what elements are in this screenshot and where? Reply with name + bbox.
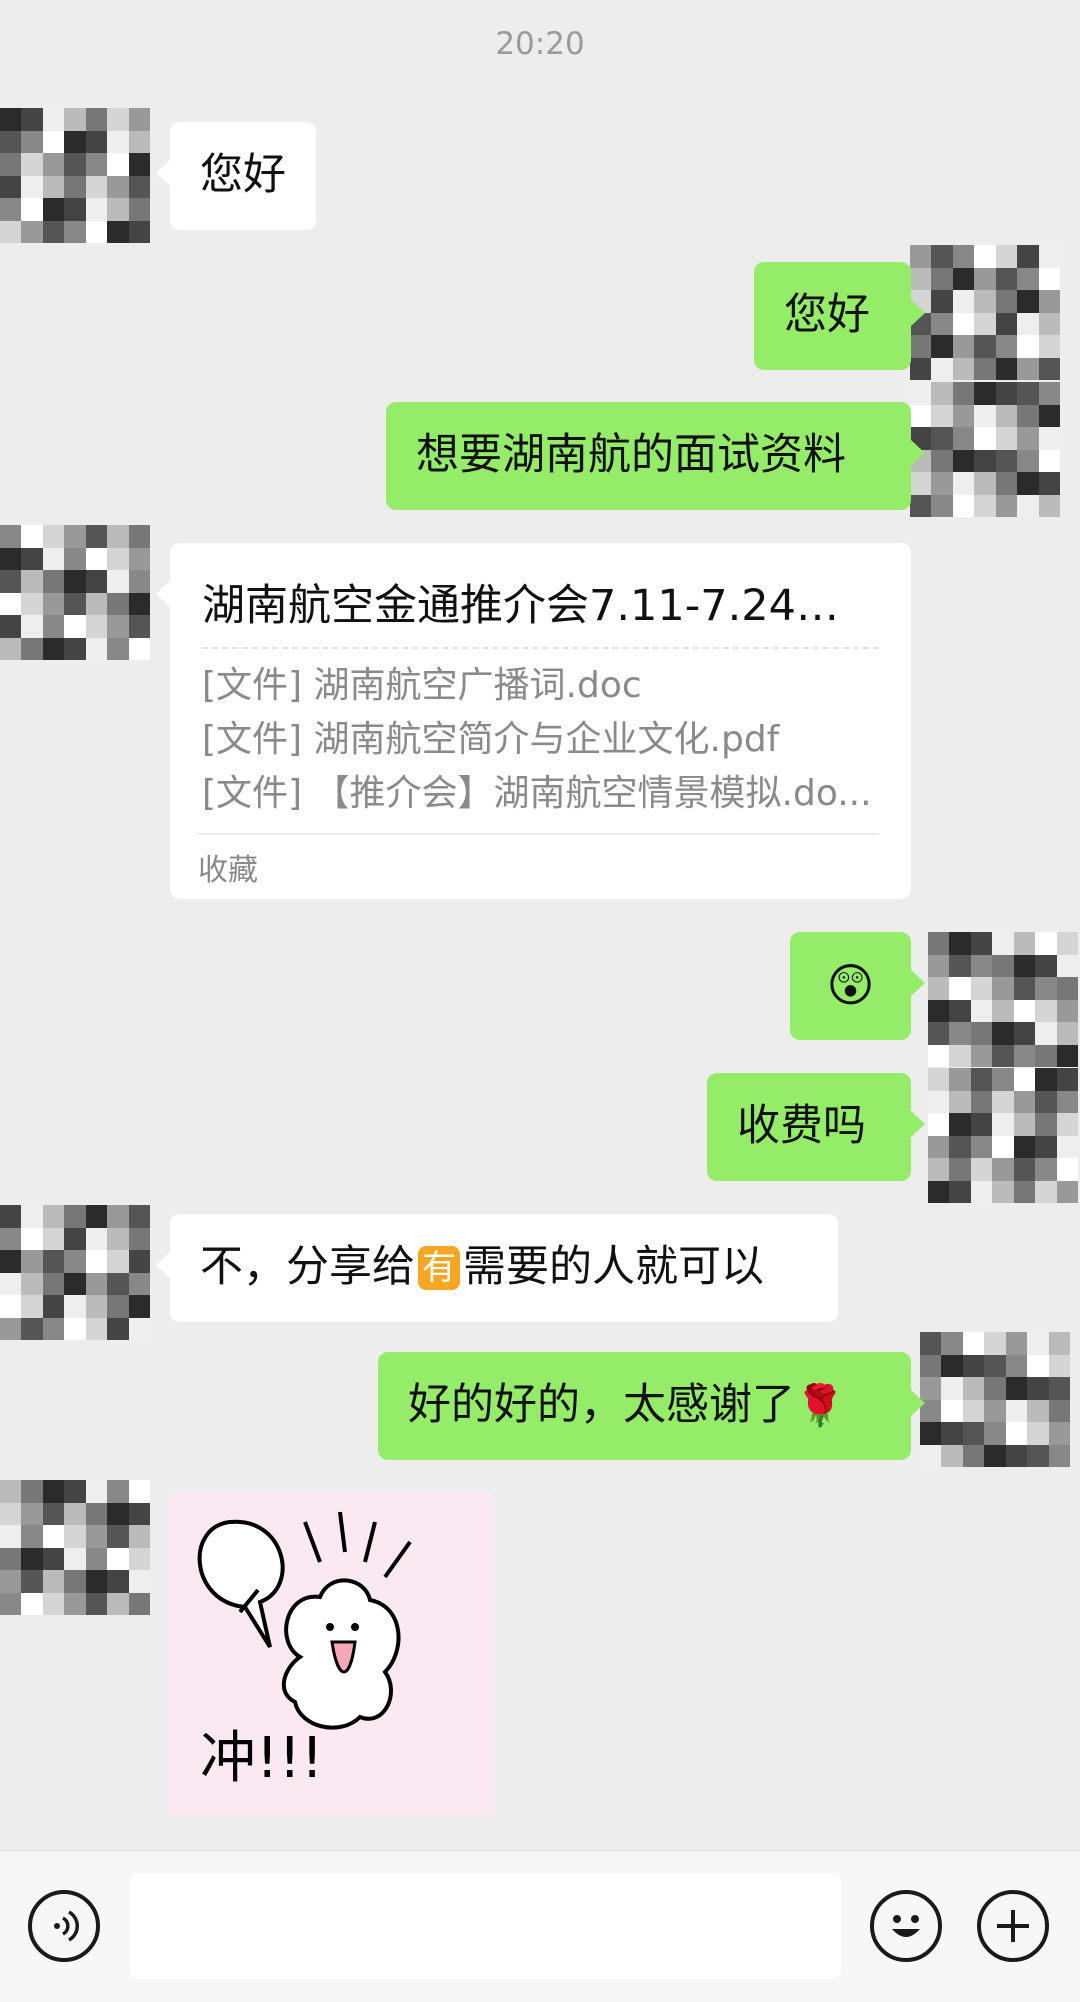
more-button[interactable]	[977, 1890, 1049, 1962]
message-text: 收费吗	[737, 1101, 866, 1152]
message-bubble[interactable]: 您好	[156, 122, 316, 230]
voice-icon	[54, 1910, 79, 1942]
card-footer: 收藏	[198, 833, 879, 899]
surprised-emoji-icon: 😲	[826, 958, 875, 1013]
message-bubble[interactable]: 😲	[790, 932, 925, 1040]
card-title: 湖南航空金通推介会7.11-7.24北...	[202, 571, 879, 649]
message-text: 需要的人就可以	[463, 1242, 764, 1293]
rose-emoji-icon: 🌹	[795, 1383, 845, 1429]
message-bubble[interactable]: 不，分享给有需要的人就可以	[156, 1214, 838, 1322]
my-avatar[interactable]	[910, 245, 1060, 380]
contact-avatar[interactable]	[0, 1480, 150, 1615]
avatar-pixels	[910, 245, 1060, 380]
sticker-text: 冲!!!	[200, 1726, 323, 1791]
voice-button[interactable]	[28, 1890, 100, 1962]
file-item: [文件] 【推介会】湖南航空情景模拟.do...	[202, 773, 872, 814]
avatar-pixels	[0, 525, 150, 660]
smiley-icon	[892, 1915, 920, 1937]
file-item: [文件] 湖南航空广播词.doc	[202, 665, 642, 706]
plus-icon	[997, 1910, 1029, 1942]
my-avatar[interactable]	[928, 1068, 1078, 1203]
message-text: 您好	[200, 150, 286, 201]
avatar-pixels	[910, 382, 1060, 517]
message-text: 想要湖南航的面试资料	[416, 430, 846, 481]
contact-avatar[interactable]	[0, 1205, 150, 1340]
sticker-image[interactable]: 冲!!!	[170, 1492, 493, 1815]
emoji-button[interactable]	[870, 1890, 942, 1962]
favorite-label: 收藏	[198, 853, 258, 888]
card-file-list: [文件] 湖南航空广播词.doc [文件] 湖南航空简介与企业文化.pdf [文…	[202, 659, 879, 821]
contact-avatar[interactable]	[0, 108, 150, 243]
my-avatar[interactable]	[910, 382, 1060, 517]
avatar-pixels	[928, 1068, 1078, 1203]
contact-avatar[interactable]	[0, 525, 150, 660]
avatar-pixels	[0, 1480, 150, 1615]
message-bubble[interactable]: 想要湖南航的面试资料	[386, 402, 925, 510]
message-input[interactable]	[130, 1873, 841, 1979]
message-bubble[interactable]: 好的好的，太感谢了 🌹	[378, 1352, 925, 1460]
my-avatar[interactable]	[928, 932, 1078, 1067]
my-avatar[interactable]	[920, 1332, 1070, 1467]
you-badge-emoji: 有	[418, 1246, 460, 1290]
message-bubble[interactable]: 收费吗	[707, 1073, 925, 1181]
avatar-pixels	[0, 1205, 150, 1340]
file-item: [文件] 湖南航空简介与企业文化.pdf	[202, 719, 780, 760]
message-timestamp: 20:20	[495, 26, 585, 62]
message-text: 好的好的，太感谢了	[408, 1380, 795, 1431]
message-text: 不，分享给	[200, 1242, 415, 1293]
message-bubble[interactable]: 您好	[754, 262, 925, 370]
avatar-pixels	[920, 1332, 1070, 1467]
cat-sticker-icon: 冲!!!	[197, 1511, 412, 1791]
message-text: 您好	[784, 290, 870, 341]
chat-history-card[interactable]: 湖南航空金通推介会7.11-7.24北... [文件] 湖南航空广播词.doc …	[156, 543, 911, 899]
avatar-pixels	[928, 932, 1078, 1067]
avatar-pixels	[0, 108, 150, 243]
